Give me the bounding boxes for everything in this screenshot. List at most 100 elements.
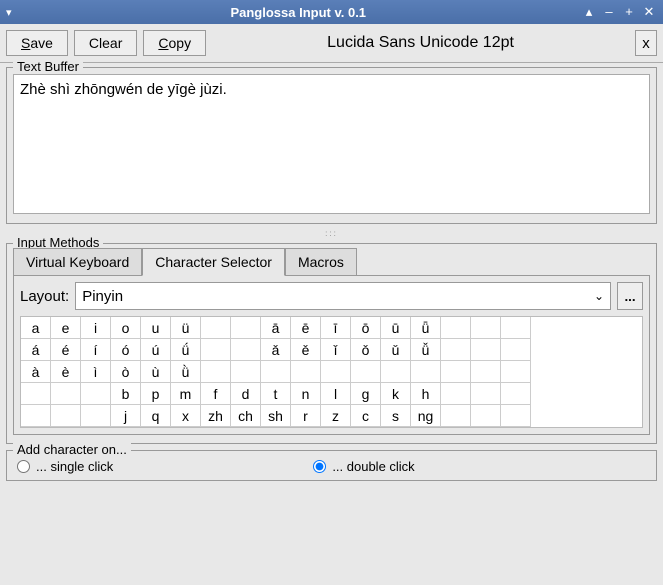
char-cell[interactable]: h <box>411 383 441 405</box>
char-cell-empty <box>201 361 231 383</box>
char-cell[interactable]: é <box>51 339 81 361</box>
tab-macros[interactable]: Macros <box>285 248 357 276</box>
char-cell[interactable]: b <box>111 383 141 405</box>
char-cell[interactable]: ā <box>261 317 291 339</box>
char-cell[interactable]: sh <box>261 405 291 427</box>
shade-icon[interactable]: ▴ <box>581 4 597 20</box>
char-cell-empty <box>441 317 471 339</box>
char-cell[interactable]: zh <box>201 405 231 427</box>
chevron-down-icon: ⌄ <box>594 289 604 303</box>
char-cell[interactable]: ǚ <box>411 339 441 361</box>
char-cell[interactable]: s <box>381 405 411 427</box>
char-cell[interactable]: m <box>171 383 201 405</box>
char-cell[interactable]: ò <box>111 361 141 383</box>
layout-label: Layout: <box>20 288 69 305</box>
input-methods-group: Input Methods Virtual Keyboard Character… <box>6 243 657 444</box>
single-click-radio[interactable] <box>17 460 30 473</box>
double-click-label: ... double click <box>332 459 414 474</box>
char-cell[interactable]: c <box>351 405 381 427</box>
layout-select[interactable]: Pinyin ⌄ <box>75 282 611 310</box>
char-cell[interactable]: a <box>21 317 51 339</box>
char-cell[interactable]: t <box>261 383 291 405</box>
char-cell[interactable]: f <box>201 383 231 405</box>
single-click-option[interactable]: ... single click <box>17 459 113 474</box>
char-cell-empty <box>201 339 231 361</box>
char-cell[interactable]: ch <box>231 405 261 427</box>
char-cell-empty <box>501 339 531 361</box>
char-cell[interactable]: u <box>141 317 171 339</box>
double-click-radio[interactable] <box>313 460 326 473</box>
char-cell[interactable]: i <box>81 317 111 339</box>
char-cell[interactable]: ǜ <box>171 361 201 383</box>
char-cell-empty <box>261 361 291 383</box>
char-cell-empty <box>471 383 501 405</box>
single-click-label: ... single click <box>36 459 113 474</box>
char-cell-empty <box>51 405 81 427</box>
tab-character-selector[interactable]: Character Selector <box>142 248 285 276</box>
char-cell-empty <box>501 405 531 427</box>
char-cell[interactable]: ü <box>171 317 201 339</box>
char-cell-empty <box>51 383 81 405</box>
char-cell[interactable]: ǘ <box>171 339 201 361</box>
maximize-icon[interactable]: + <box>621 4 637 20</box>
char-cell[interactable]: ū <box>381 317 411 339</box>
char-cell[interactable]: í <box>81 339 111 361</box>
char-cell[interactable]: ě <box>291 339 321 361</box>
char-cell-empty <box>81 383 111 405</box>
close-icon[interactable]: ✕ <box>641 4 657 20</box>
char-cell[interactable]: ó <box>111 339 141 361</box>
char-cell-empty <box>501 317 531 339</box>
char-cell[interactable]: o <box>111 317 141 339</box>
font-label: Lucida Sans Unicode 12pt <box>212 34 629 52</box>
char-cell[interactable]: ǒ <box>351 339 381 361</box>
save-button[interactable]: Save <box>6 30 68 56</box>
layout-more-button[interactable]: ... <box>617 282 643 310</box>
tab-virtual-keyboard[interactable]: Virtual Keyboard <box>13 248 142 276</box>
char-cell[interactable]: ē <box>291 317 321 339</box>
char-cell[interactable]: ǐ <box>321 339 351 361</box>
char-cell[interactable]: z <box>321 405 351 427</box>
char-cell[interactable]: n <box>291 383 321 405</box>
copy-button[interactable]: Copy <box>143 30 206 56</box>
text-buffer-input[interactable] <box>13 74 650 214</box>
close-font-button[interactable]: x <box>635 30 657 56</box>
char-cell-empty <box>441 339 471 361</box>
char-cell-empty <box>471 317 501 339</box>
char-cell[interactable]: r <box>291 405 321 427</box>
char-cell[interactable]: á <box>21 339 51 361</box>
app-menu-icon[interactable]: ▾ <box>6 6 12 19</box>
char-cell-empty <box>351 361 381 383</box>
char-cell[interactable]: ì <box>81 361 111 383</box>
char-cell[interactable]: ú <box>141 339 171 361</box>
click-mode-group: Add character on... ... single click ...… <box>6 450 657 481</box>
char-cell[interactable]: g <box>351 383 381 405</box>
char-cell[interactable]: j <box>111 405 141 427</box>
char-cell[interactable]: ǎ <box>261 339 291 361</box>
char-cell-empty <box>291 361 321 383</box>
char-cell[interactable]: ù <box>141 361 171 383</box>
char-cell[interactable]: ǖ <box>411 317 441 339</box>
double-click-option[interactable]: ... double click <box>313 459 414 474</box>
char-cell-empty <box>471 361 501 383</box>
char-cell-empty <box>231 361 261 383</box>
clear-button[interactable]: Clear <box>74 30 137 56</box>
char-cell[interactable]: l <box>321 383 351 405</box>
char-cell[interactable]: à <box>21 361 51 383</box>
char-cell[interactable]: è <box>51 361 81 383</box>
char-cell[interactable]: ī <box>321 317 351 339</box>
char-cell-empty <box>441 361 471 383</box>
layout-select-value: Pinyin <box>82 288 594 305</box>
char-cell[interactable]: q <box>141 405 171 427</box>
char-cell[interactable]: p <box>141 383 171 405</box>
tab-content: Layout: Pinyin ⌄ ... aeiouü āēīōūǖ áéíóúǘ ǎ… <box>13 275 650 435</box>
char-cell[interactable]: ō <box>351 317 381 339</box>
char-cell-empty <box>441 383 471 405</box>
char-cell[interactable]: x <box>171 405 201 427</box>
minimize-icon[interactable]: – <box>601 4 617 20</box>
char-cell[interactable]: ng <box>411 405 441 427</box>
char-cell-empty <box>21 383 51 405</box>
char-cell[interactable]: e <box>51 317 81 339</box>
char-cell[interactable]: d <box>231 383 261 405</box>
char-cell[interactable]: ǔ <box>381 339 411 361</box>
char-cell[interactable]: k <box>381 383 411 405</box>
